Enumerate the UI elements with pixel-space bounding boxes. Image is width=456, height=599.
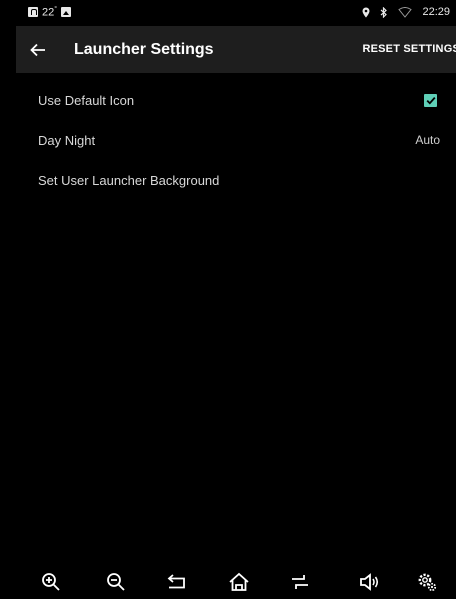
location-icon bbox=[362, 7, 370, 18]
settings-icon bbox=[418, 573, 437, 592]
zoom-in-button[interactable] bbox=[38, 569, 64, 595]
page-title: Launcher Settings bbox=[74, 41, 214, 58]
day-night-value: Auto bbox=[415, 133, 440, 147]
settings-button[interactable] bbox=[414, 569, 440, 595]
zoom-out-icon bbox=[107, 573, 125, 591]
back-nav-button[interactable] bbox=[164, 569, 190, 595]
recent-apps-button[interactable] bbox=[287, 569, 313, 595]
volume-icon bbox=[360, 573, 379, 591]
bluetooth-icon bbox=[380, 6, 388, 18]
wifi-icon bbox=[398, 6, 413, 18]
setting-user-launcher-background[interactable]: Set User Launcher Background bbox=[16, 160, 456, 200]
recent-apps-icon bbox=[292, 575, 308, 589]
back-button[interactable] bbox=[24, 36, 52, 64]
notification-a-icon bbox=[28, 7, 38, 18]
checkmark-icon bbox=[426, 96, 435, 105]
reset-settings-button[interactable]: RESET SETTINGS bbox=[362, 43, 456, 55]
zoom-out-button[interactable] bbox=[103, 569, 129, 595]
arrow-left-icon bbox=[30, 43, 45, 57]
navigation-bar bbox=[16, 565, 456, 599]
home-icon bbox=[229, 572, 249, 591]
screen: 22° 22:29 Launcher Settings RESET SETTIN… bbox=[16, 0, 456, 599]
temperature: 22° bbox=[42, 6, 58, 19]
settings-list: Use Default Icon Day Night Auto Set User… bbox=[16, 80, 456, 200]
status-bar: 22° 22:29 bbox=[16, 0, 456, 26]
image-icon bbox=[61, 7, 72, 18]
home-button[interactable] bbox=[226, 569, 252, 595]
setting-label: Use Default Icon bbox=[38, 92, 135, 108]
zoom-in-icon bbox=[42, 573, 60, 591]
setting-day-night[interactable]: Day Night Auto bbox=[16, 120, 456, 160]
back-icon bbox=[167, 574, 185, 589]
clock: 22:29 bbox=[422, 6, 450, 18]
use-default-icon-checkbox[interactable] bbox=[424, 93, 437, 107]
status-left: 22° bbox=[28, 6, 72, 19]
setting-label: Day Night bbox=[38, 132, 96, 148]
volume-button[interactable] bbox=[356, 569, 382, 595]
app-bar: Launcher Settings RESET SETTINGS bbox=[16, 26, 456, 73]
setting-label: Set User Launcher Background bbox=[38, 172, 220, 188]
status-right: 22:29 bbox=[362, 6, 450, 18]
setting-use-default-icon[interactable]: Use Default Icon bbox=[16, 80, 456, 120]
